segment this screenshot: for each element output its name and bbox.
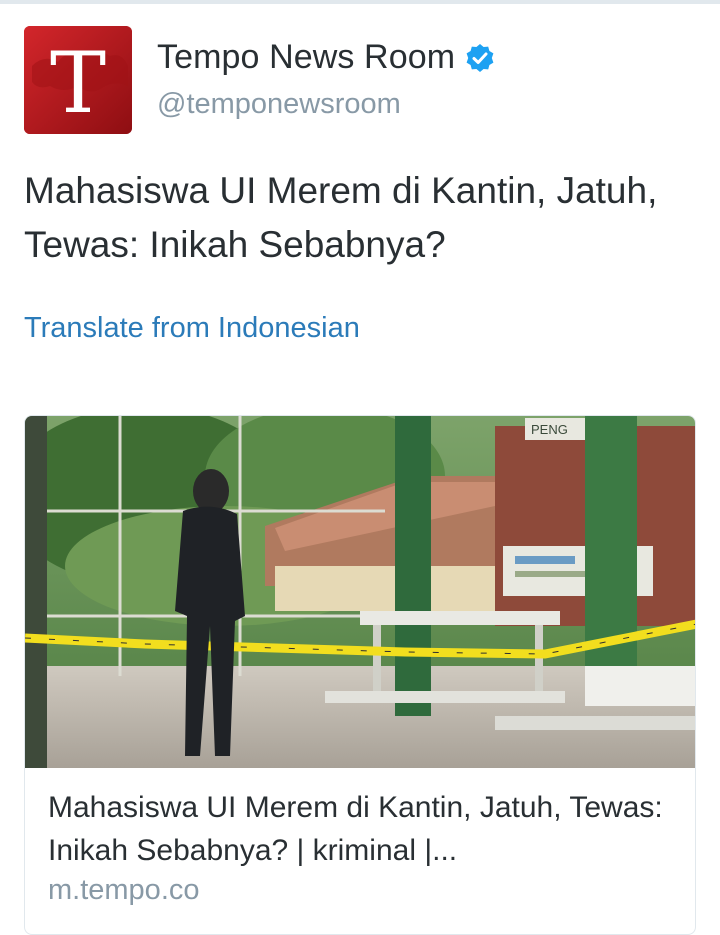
translate-link[interactable]: Translate from Indonesian [24,312,360,345]
display-name[interactable]: Tempo News Room [157,38,455,77]
account-name-row: Tempo News Room [157,38,495,77]
sign-text: PENG [531,422,568,437]
card-domain: m.tempo.co [48,874,200,906]
card-image: PENG [25,416,695,768]
tempo-logo: T [24,26,132,134]
tweet-text: Mahasiswa UI Merem di Kantin, Jatuh, Tew… [24,170,658,265]
top-divider [0,0,720,4]
link-preview-card[interactable]: PENG Mahasiswa UI Merem di Kantin, Jatuh… [24,415,696,935]
verified-badge-icon [466,43,494,72]
profile-avatar[interactable]: T [24,26,132,134]
account-handle[interactable]: @temponewsroom [157,88,401,121]
avatar-letter: T [50,34,106,132]
card-title: Mahasiswa UI Merem di Kantin, Jatuh, Tew… [48,791,663,867]
